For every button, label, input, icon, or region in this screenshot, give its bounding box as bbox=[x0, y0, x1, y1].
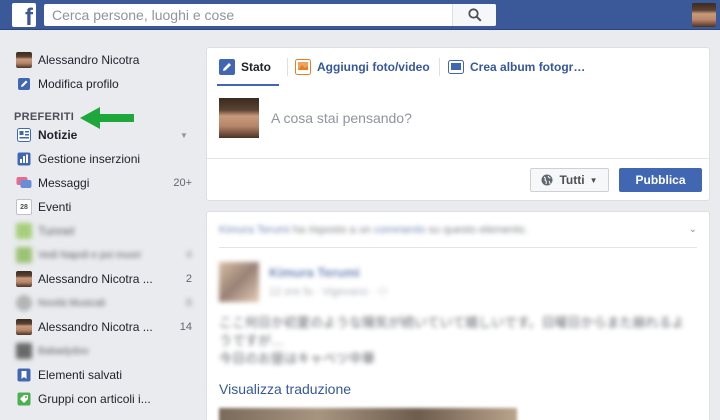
sidebar-item-label: Modifica profilo bbox=[38, 77, 119, 91]
news-feed-icon bbox=[16, 127, 32, 143]
sidebar-item-saved[interactable]: Elementi salvati bbox=[16, 365, 192, 385]
events-calendar-icon: 28 bbox=[16, 199, 32, 215]
post-story-header: Kimura Terumi ha risposto a un commento … bbox=[219, 224, 528, 236]
see-translation-link[interactable]: Visualizza traduzione bbox=[219, 381, 351, 397]
sidebar-item-events[interactable]: 28 Eventi bbox=[16, 197, 192, 217]
avatar bbox=[16, 271, 32, 287]
post-composer: Stato Aggiungi foto/video Crea album fot… bbox=[206, 47, 710, 201]
photo-album-icon bbox=[448, 59, 464, 75]
tab-add-photo-video[interactable]: Aggiungi foto/video bbox=[295, 58, 430, 76]
globe-icon bbox=[541, 174, 553, 186]
sidebar-item-label: Tunnel bbox=[38, 224, 75, 238]
active-tab-indicator bbox=[217, 84, 279, 86]
sidebar-item-label: Vedi Napoli e poi muori bbox=[38, 249, 141, 261]
saved-bookmark-icon bbox=[16, 367, 32, 383]
group-icon bbox=[16, 223, 32, 239]
sidebar-item-label: Gestione inserzioni bbox=[38, 152, 141, 166]
unread-count-badge: 20+ bbox=[173, 177, 192, 189]
top-navigation-bar: f bbox=[0, 0, 720, 30]
sidebar-item-page[interactable]: Babadydoo bbox=[16, 341, 192, 361]
story-actor-link[interactable]: Kimura Terumi bbox=[219, 224, 290, 236]
composer-tabs: Stato Aggiungi foto/video Crea album fot… bbox=[207, 48, 709, 86]
count-badge: 2 bbox=[185, 273, 192, 285]
sidebar-item-label: Babadydoo bbox=[38, 345, 89, 357]
sidebar-item-group[interactable]: Tunnel bbox=[16, 221, 192, 241]
story-text: ha risposto a un bbox=[289, 224, 375, 236]
post-text-line: 今日のお昼はキャベツ中華 bbox=[219, 351, 376, 366]
avatar bbox=[16, 52, 32, 68]
sidebar-item-profile-page[interactable]: Alessandro Nicotra ... 2 bbox=[16, 269, 192, 289]
status-input[interactable]: A cosa stai pensando? bbox=[271, 110, 412, 126]
tab-label: Aggiungi foto/video bbox=[317, 60, 430, 74]
avatar bbox=[16, 319, 32, 335]
story-comment-link[interactable]: commento bbox=[374, 224, 425, 236]
publish-button[interactable]: Pubblica bbox=[619, 168, 702, 192]
feed-post: Kimura Terumi ha risposto a un commento … bbox=[206, 211, 710, 420]
logo-letter: f bbox=[25, 4, 33, 31]
sidebar-item-edit-profile[interactable]: Modifica profilo bbox=[16, 74, 192, 94]
sidebar-item-profile[interactable]: Alessandro Nicotra bbox=[16, 50, 192, 70]
divider bbox=[219, 247, 697, 248]
sidebar-item-label: Notizie bbox=[38, 128, 78, 142]
tab-label: Stato bbox=[241, 60, 271, 74]
search-box bbox=[44, 4, 496, 26]
post-body: ここ何日か初夏のような陽気が続いていて嬉しいです。日曜日からまた崩れるようですが… bbox=[219, 314, 697, 368]
group-icon bbox=[16, 295, 32, 311]
sidebar-item-label: Novità Musicali bbox=[38, 297, 106, 309]
sidebar-item-label: Messaggi bbox=[38, 176, 90, 190]
sidebar-item-messages[interactable]: Messaggi 20+ bbox=[16, 173, 192, 193]
search-button[interactable] bbox=[452, 4, 496, 26]
composer-footer: Tutti ▼ Pubblica bbox=[207, 158, 709, 200]
tab-status[interactable]: Stato bbox=[219, 58, 271, 76]
page-icon bbox=[16, 343, 32, 359]
profile-avatar[interactable] bbox=[692, 3, 716, 27]
count-badge: 8 bbox=[185, 297, 192, 309]
tab-label: Crea album fotogr… bbox=[470, 60, 586, 74]
story-text-end: su questo elemento. bbox=[425, 224, 528, 236]
audience-label: Tutti bbox=[559, 173, 585, 187]
sidebar-item-group[interactable]: Novità Musicali 8 bbox=[16, 293, 192, 313]
messages-icon bbox=[16, 175, 32, 191]
ads-manager-icon bbox=[16, 151, 32, 167]
search-input[interactable] bbox=[44, 4, 452, 26]
sidebar-item-profile-page[interactable]: Alessandro Nicotra ... 14 bbox=[16, 317, 192, 337]
calendar-day: 28 bbox=[20, 203, 28, 211]
sidebar-item-label: Elementi salvati bbox=[38, 368, 123, 382]
tab-divider bbox=[287, 58, 288, 76]
pencil-icon bbox=[219, 59, 235, 75]
chevron-down-icon[interactable]: ▼ bbox=[180, 131, 192, 140]
pencil-icon bbox=[16, 76, 32, 92]
group-icon bbox=[16, 247, 32, 263]
tab-divider bbox=[439, 58, 440, 76]
post-options-chevron-icon[interactable]: ⌄ bbox=[689, 224, 697, 235]
sidebar-item-label: Alessandro Nicotra ... bbox=[38, 272, 153, 286]
sidebar-item-group[interactable]: Vedi Napoli e poi muori 4 bbox=[16, 245, 192, 265]
count-badge: 14 bbox=[179, 321, 192, 333]
tab-create-album[interactable]: Crea album fotogr… bbox=[448, 58, 585, 76]
post-image[interactable] bbox=[219, 408, 517, 420]
facebook-logo[interactable]: f bbox=[12, 3, 36, 31]
search-icon bbox=[467, 8, 482, 22]
profile-name: Alessandro Nicotra bbox=[38, 53, 140, 67]
favorites-section-title: PREFERITI bbox=[14, 111, 75, 123]
count-badge: 4 bbox=[185, 249, 192, 261]
sidebar-item-news-feed[interactable]: Notizie ▼ bbox=[16, 125, 192, 145]
post-author-name[interactable]: Kimura Terumi bbox=[269, 265, 360, 280]
avatar bbox=[219, 98, 259, 138]
sidebar-item-sale-groups[interactable]: Gruppi con articoli i... bbox=[16, 389, 192, 409]
left-sidebar: Alessandro Nicotra Modifica profilo PREF… bbox=[0, 30, 196, 420]
audience-selector-button[interactable]: Tutti ▼ bbox=[530, 168, 609, 192]
chevron-down-icon: ▼ bbox=[589, 175, 598, 185]
sidebar-item-label: Alessandro Nicotra ... bbox=[38, 320, 153, 334]
sidebar-item-ads-manager[interactable]: Gestione inserzioni bbox=[16, 149, 192, 169]
post-text-line: ここ何日か初夏のような陽気が続いていて嬉しいです。日曜日からまた崩れるようですが… bbox=[219, 315, 685, 348]
sidebar-item-label: Gruppi con articoli i... bbox=[38, 392, 151, 406]
avatar[interactable] bbox=[219, 262, 259, 302]
post-timestamp: 12 ore fa · Vigevano · ⚇ bbox=[269, 286, 388, 298]
sidebar-item-label: Eventi bbox=[38, 200, 72, 214]
groups-sale-icon bbox=[16, 391, 32, 407]
photo-icon bbox=[295, 59, 311, 75]
